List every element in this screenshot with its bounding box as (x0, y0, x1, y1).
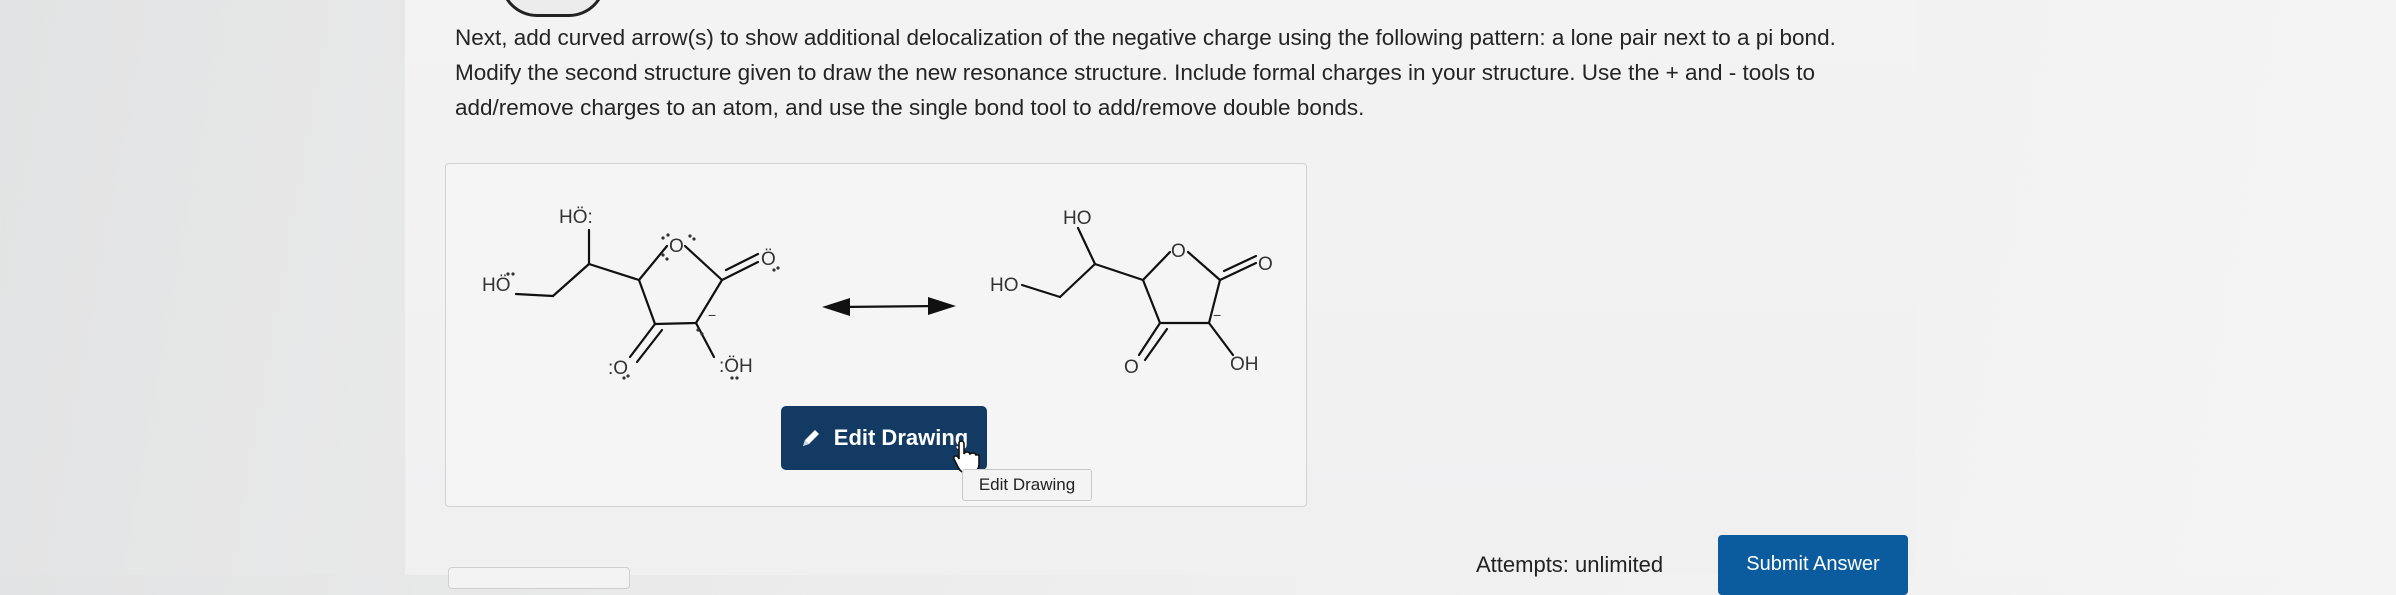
s2-oh-label: OH (1230, 354, 1259, 375)
s2-bottom-o-label: O (1124, 357, 1139, 378)
resonance-arrow (836, 304, 942, 309)
s1-ring-o-label: O (669, 236, 684, 257)
arrow-left-head (822, 298, 850, 316)
s1-bottom-o-label: :O (608, 358, 628, 379)
arrow-right-head (928, 297, 956, 315)
s1-charge-label: − (708, 307, 716, 323)
hand-cursor-icon (953, 440, 980, 473)
s2-carbonyl-o-label: O (1258, 254, 1273, 275)
s2-charge-label: − (1213, 307, 1221, 323)
submit-answer-button[interactable]: Submit Answer (1718, 535, 1908, 595)
attempts-text: Attempts: unlimited (1476, 552, 1664, 577)
structure-1-bonds (514, 228, 760, 364)
s1-ho-left-label: HÖ (482, 275, 511, 296)
edit-drawing-tooltip: Edit Drawing (962, 469, 1092, 501)
s1-oh-label: :ÖH (719, 356, 753, 377)
structure-2-bonds (1020, 226, 1258, 362)
pencil-icon (802, 430, 819, 446)
s2-ring-o-label: O (1171, 241, 1186, 262)
s1-carbonyl-o-label: Ö (761, 249, 776, 270)
s1-ho-top-label: HÖ: (559, 207, 593, 228)
s2-ho-top-label: HO (1063, 208, 1092, 229)
bottom-control-fragment (448, 567, 630, 589)
s2-ho-left-label: HO (990, 275, 1019, 296)
edit-drawing-label: Edit Drawing (833, 425, 969, 450)
resonance-structures: HÖ: HÖ O Ö :O :ÖH − HO HO O O O OH − (482, 207, 1273, 380)
